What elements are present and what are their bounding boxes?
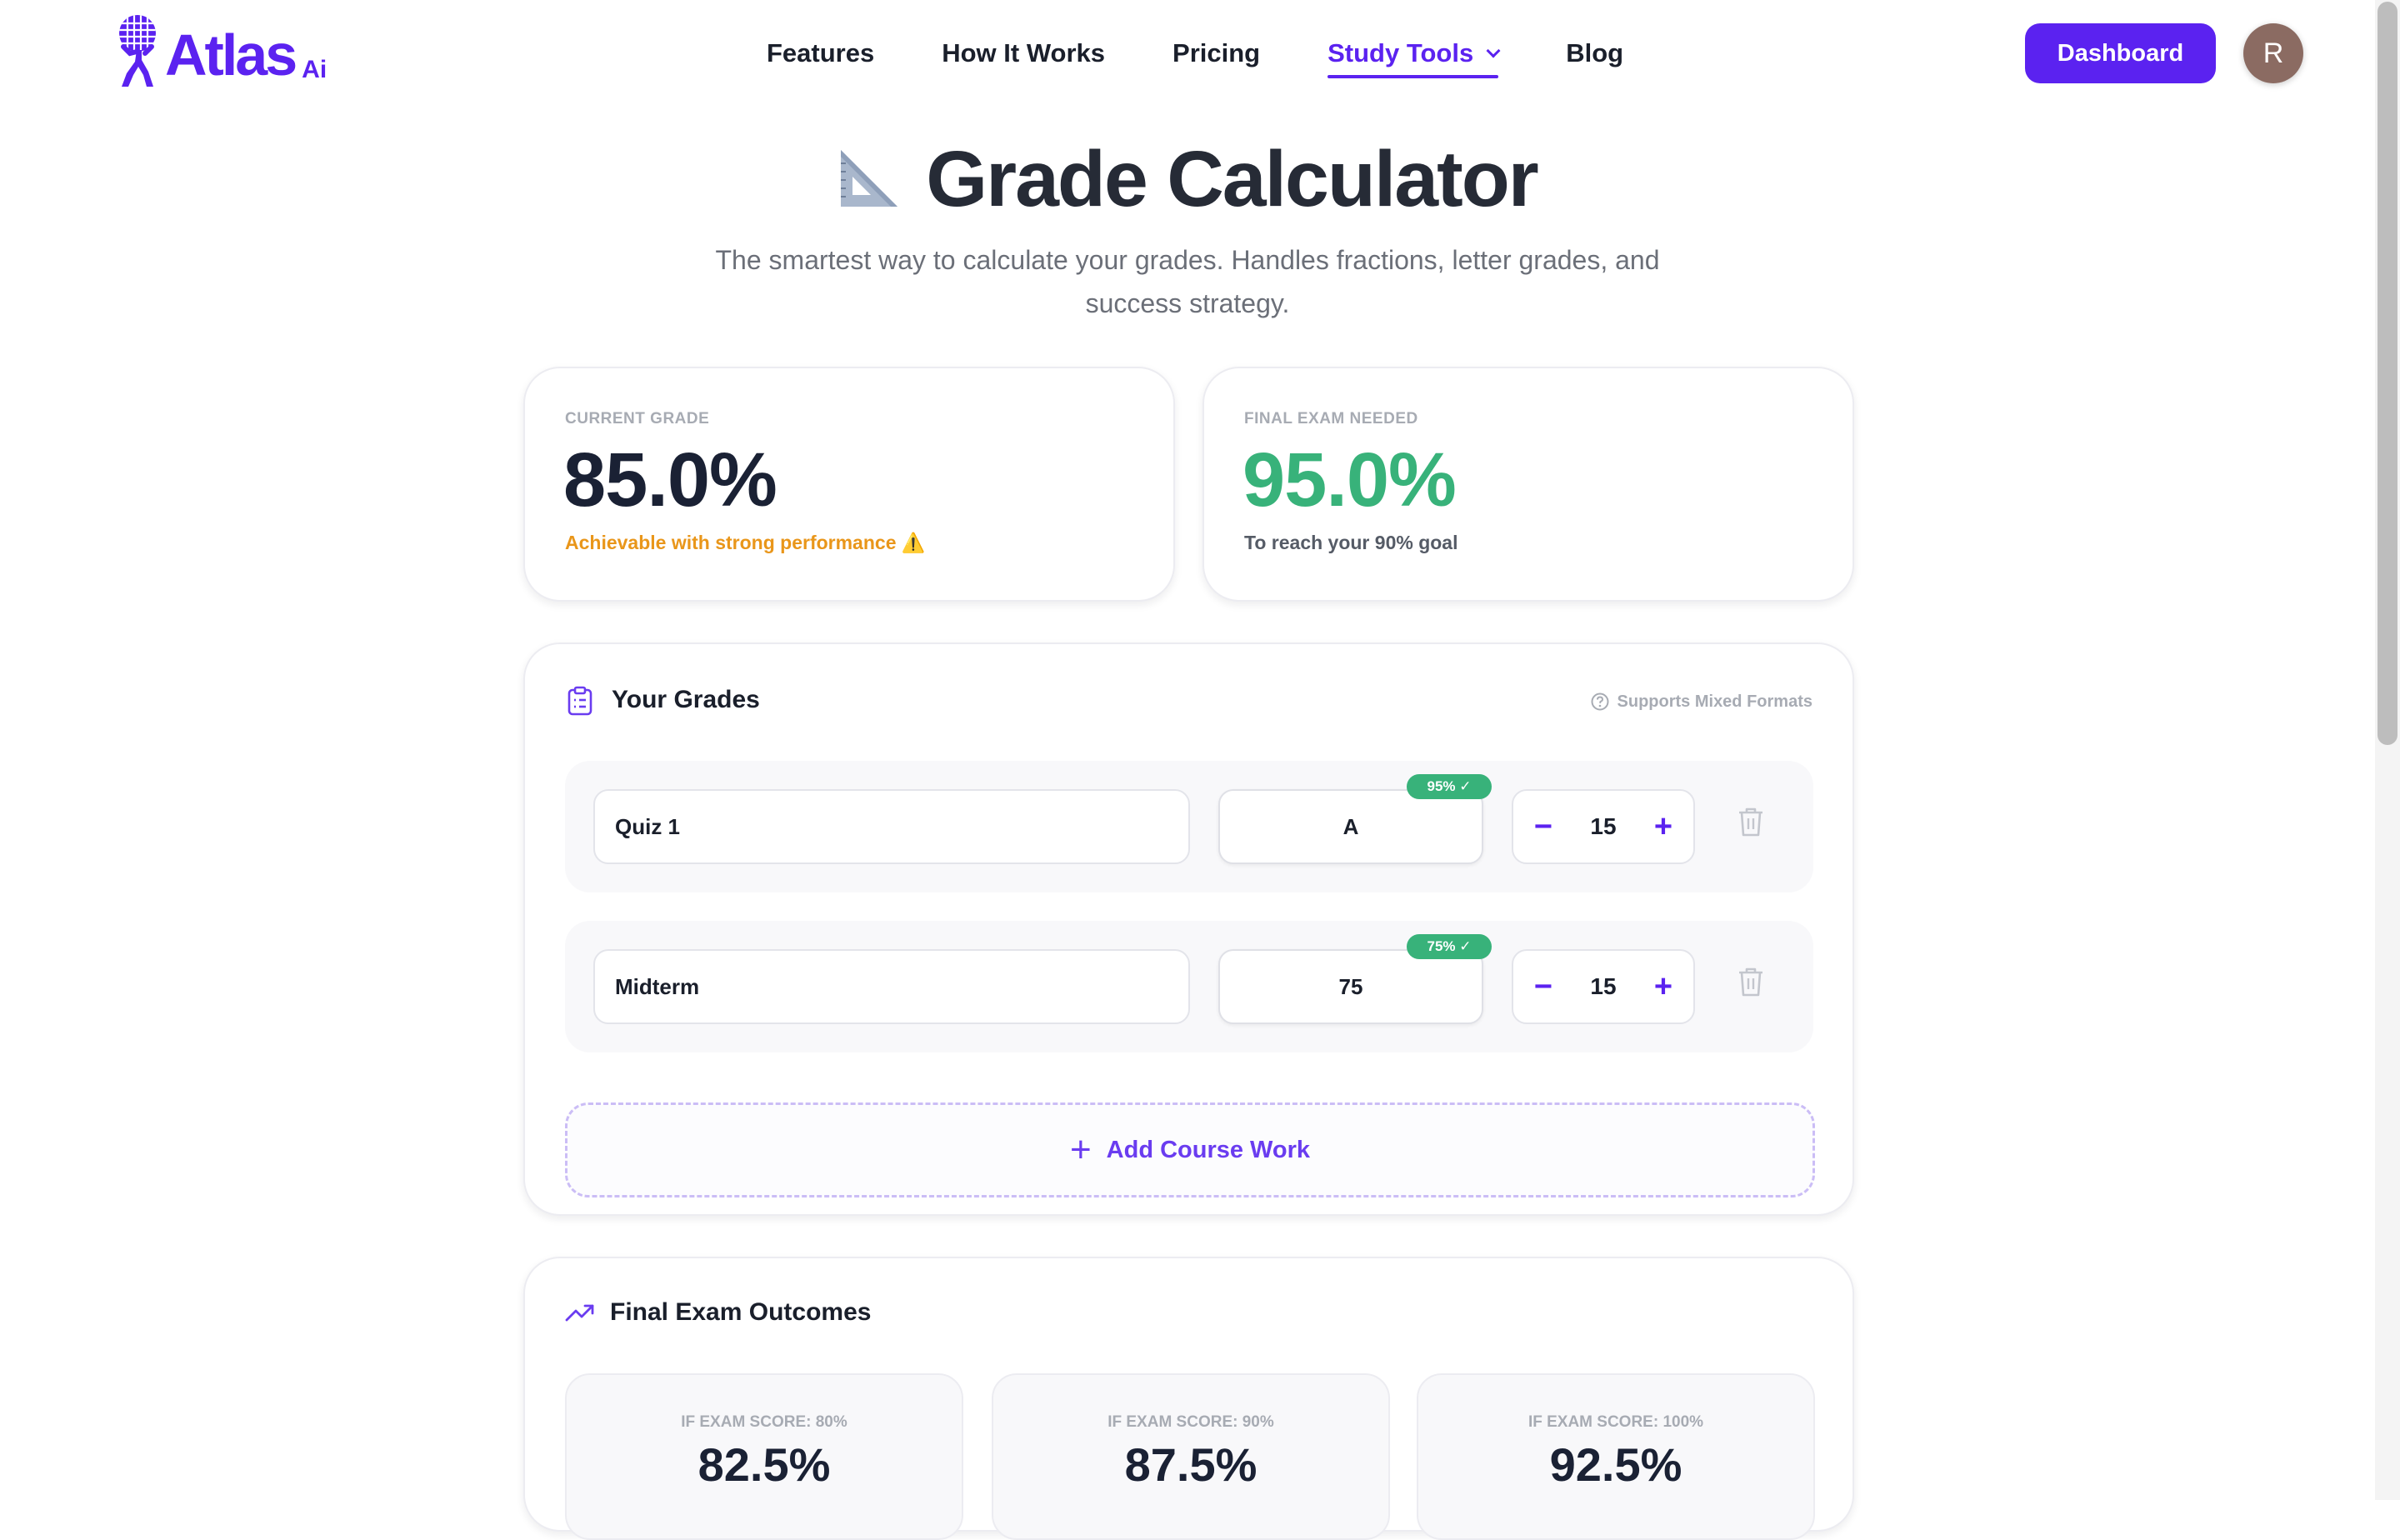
page-title: Grade Calculator [0, 133, 2375, 225]
increment-button[interactable]: + [1638, 791, 1688, 862]
final-exam-outcomes-title: Final Exam Outcomes [610, 1298, 872, 1326]
chevron-down-icon [1486, 43, 1501, 58]
trash-icon[interactable] [1737, 806, 1765, 838]
nav-link-study-tools[interactable]: Study Tools [1328, 33, 1501, 78]
add-course-work-button[interactable]: + Add Course Work [565, 1102, 1815, 1198]
nav-link-study-tools-label: Study Tools [1328, 38, 1474, 68]
current-grade-value: 85.0% [563, 438, 778, 522]
atlas-globe-icon [119, 15, 156, 87]
nav-link-pricing[interactable]: Pricing [1172, 33, 1260, 73]
final-exam-outcomes-card: Final Exam Outcomes IF EXAM SCORE: 80% 8… [523, 1257, 1854, 1540]
atlas-logo[interactable]: Atlas Ai [112, 13, 327, 88]
plus-icon: + [1069, 1129, 1092, 1170]
logo-wordmark: Atlas [165, 22, 298, 88]
increment-button[interactable]: + [1638, 951, 1688, 1022]
weight-stepper: − 15 + [1512, 949, 1695, 1024]
outcome-card: IF EXAM SCORE: 100% 92.5% [1417, 1373, 1815, 1540]
weight-stepper: − 15 + [1512, 789, 1695, 864]
outcome-value: 82.5% [698, 1438, 831, 1491]
scrollbar-thumb[interactable] [2378, 2, 2398, 745]
final-exam-needed-label: FINAL EXAM NEEDED [1244, 410, 1418, 428]
logo-suffix: Ai [302, 56, 328, 83]
nav-link-features[interactable]: Features [767, 33, 874, 73]
grade-row: Midterm 75 75% ✓ − 15 + [565, 921, 1813, 1052]
decrement-button[interactable]: − [1518, 791, 1568, 862]
current-grade-card: CURRENT GRADE 85.0% Achievable with stro… [523, 367, 1175, 602]
outcome-value: 87.5% [1124, 1438, 1258, 1491]
outcome-label: IF EXAM SCORE: 90% [1108, 1413, 1274, 1431]
help-circle-icon [1591, 692, 1609, 711]
outcome-card: IF EXAM SCORE: 80% 82.5% [565, 1373, 963, 1540]
nav-link-how-it-works[interactable]: How It Works [942, 33, 1105, 73]
add-course-work-label: Add Course Work [1106, 1137, 1311, 1163]
set-square-icon [841, 149, 898, 207]
trending-up-icon [565, 1304, 594, 1322]
outcome-card: IF EXAM SCORE: 90% 87.5% [992, 1373, 1390, 1540]
grade-row: Quiz 1 A 95% ✓ − 15 + [565, 761, 1813, 892]
assignment-name-input[interactable]: Quiz 1 [593, 789, 1190, 864]
score-input[interactable]: A [1218, 789, 1483, 864]
percent-badge: 75% ✓ [1407, 934, 1492, 959]
weight-value[interactable]: 15 [1563, 951, 1643, 1022]
percent-badge: 95% ✓ [1407, 774, 1492, 799]
current-grade-label: CURRENT GRADE [565, 410, 710, 428]
dashboard-button[interactable]: Dashboard [2025, 23, 2216, 83]
assignment-name-input[interactable]: Midterm [593, 949, 1190, 1024]
top-nav: Atlas Ai Features How It Works Pricing S… [0, 0, 2375, 107]
your-grades-title: Your Grades [612, 686, 760, 713]
supports-mixed-formats-hint[interactable]: Supports Mixed Formats [1591, 691, 1812, 712]
outcome-label: IF EXAM SCORE: 100% [1528, 1413, 1704, 1431]
page-title-text: Grade Calculator [926, 135, 1539, 223]
your-grades-card: Your Grades Supports Mixed Formats Quiz … [523, 642, 1854, 1216]
outcome-label: IF EXAM SCORE: 80% [681, 1413, 848, 1431]
weight-value[interactable]: 15 [1563, 791, 1643, 862]
final-exam-needed-card: FINAL EXAM NEEDED 95.0% To reach your 90… [1202, 367, 1854, 602]
main-nav: Features How It Works Pricing Study Tool… [767, 33, 1691, 78]
supports-mixed-formats-label: Supports Mixed Formats [1617, 692, 1812, 711]
nav-link-blog[interactable]: Blog [1566, 33, 1623, 73]
user-avatar[interactable]: R [2243, 23, 2303, 83]
final-exam-needed-value: 95.0% [1242, 438, 1457, 522]
outcome-value: 92.5% [1549, 1438, 1682, 1491]
current-grade-note: Achievable with strong performance ⚠️ [565, 532, 926, 553]
score-input[interactable]: 75 [1218, 949, 1483, 1024]
trash-icon[interactable] [1737, 966, 1765, 998]
page-subtitle: The smartest way to calculate your grade… [715, 245, 1660, 318]
final-exam-needed-note: To reach your 90% goal [1244, 532, 1458, 553]
decrement-button[interactable]: − [1518, 951, 1568, 1022]
clipboard-list-icon [568, 686, 592, 716]
